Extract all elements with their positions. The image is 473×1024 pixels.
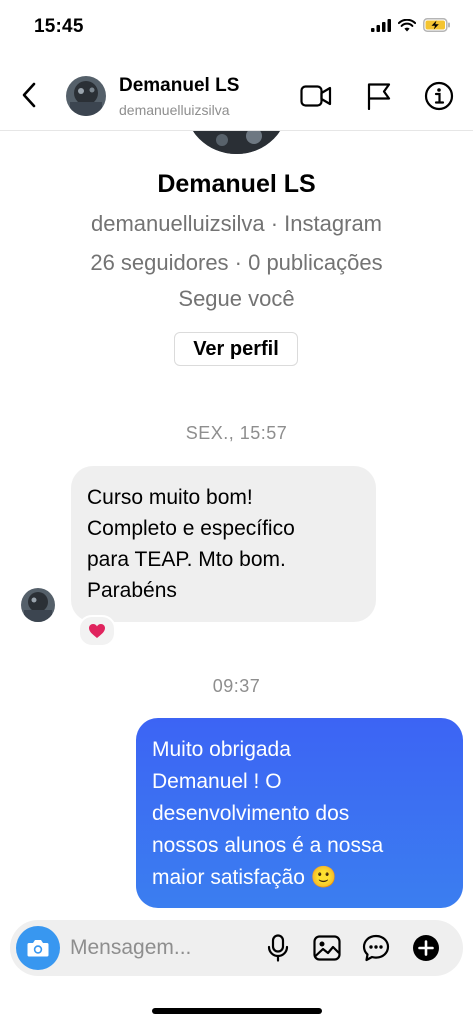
chevron-left-icon (22, 82, 36, 108)
message-line: maior satisfação 🙂 (152, 866, 337, 889)
view-profile-button[interactable]: Ver perfil (174, 332, 298, 366)
message-input[interactable] (70, 930, 260, 966)
message-timestamp: SEX., 15:57 (185, 423, 288, 443)
sender-photo (21, 588, 55, 622)
add-icon (413, 935, 439, 961)
back-button[interactable] (14, 80, 44, 110)
chat-header: Demanuel LS demanuelluizsilva (0, 60, 473, 131)
outgoing-message-bubble[interactable]: Muito obrigada Demanuel ! O desenvolvime… (136, 718, 463, 908)
profile-name: Demanuel LS (157, 170, 316, 198)
heart-reaction[interactable] (78, 615, 116, 647)
message-line: para TEAP. Mto bom. (87, 548, 286, 571)
home-indicator[interactable] (152, 1008, 322, 1014)
header-name[interactable]: Demanuel LS (119, 75, 239, 97)
wifi-icon (398, 18, 416, 31)
battery-charging-icon (423, 18, 450, 32)
message-line: Parabéns (87, 579, 177, 602)
sticker-icon (362, 934, 390, 962)
profile-subtitle: demanuelluizsilva · Instagram (90, 211, 383, 236)
status-icons (371, 18, 451, 32)
info-icon (424, 81, 454, 111)
message-line: Curso muito bom! (87, 486, 253, 509)
message-timestamp: 09:37 (212, 676, 261, 696)
message-line: Demanuel ! O (152, 770, 282, 793)
voice-message-button[interactable] (262, 932, 294, 964)
heart-icon (89, 624, 105, 638)
gallery-button[interactable] (311, 932, 343, 964)
status-time: 15:45 (34, 16, 84, 37)
camera-icon (27, 940, 49, 957)
status-bar: 15:45 (0, 0, 473, 54)
signal-icon (371, 18, 391, 32)
gallery-icon (313, 935, 341, 961)
video-call-button[interactable] (300, 80, 332, 112)
camera-button[interactable] (16, 926, 60, 970)
microphone-icon (267, 934, 289, 962)
add-button[interactable] (410, 932, 442, 964)
profile-stats: 26 seguidores · 0 publicações (90, 250, 383, 275)
message-line: Muito obrigada (152, 738, 291, 761)
message-line: Completo e específico (87, 517, 295, 540)
message-line: desenvolvimento dos (152, 802, 350, 825)
sender-avatar[interactable] (21, 588, 55, 622)
message-line: nossos alunos é a nossa (152, 834, 384, 857)
follow-status: Segue você (178, 286, 295, 311)
flag-icon (367, 83, 391, 110)
avatar[interactable] (66, 76, 106, 116)
sticker-button[interactable] (360, 932, 392, 964)
avatar-photo (66, 76, 106, 116)
message-composer (10, 920, 463, 976)
header-username[interactable]: demanuelluizsilva (119, 102, 230, 118)
video-camera-icon (300, 85, 332, 107)
info-button[interactable] (423, 80, 455, 112)
incoming-message-bubble[interactable]: Curso muito bom! Completo e específico p… (71, 466, 376, 622)
report-button[interactable] (363, 80, 395, 112)
